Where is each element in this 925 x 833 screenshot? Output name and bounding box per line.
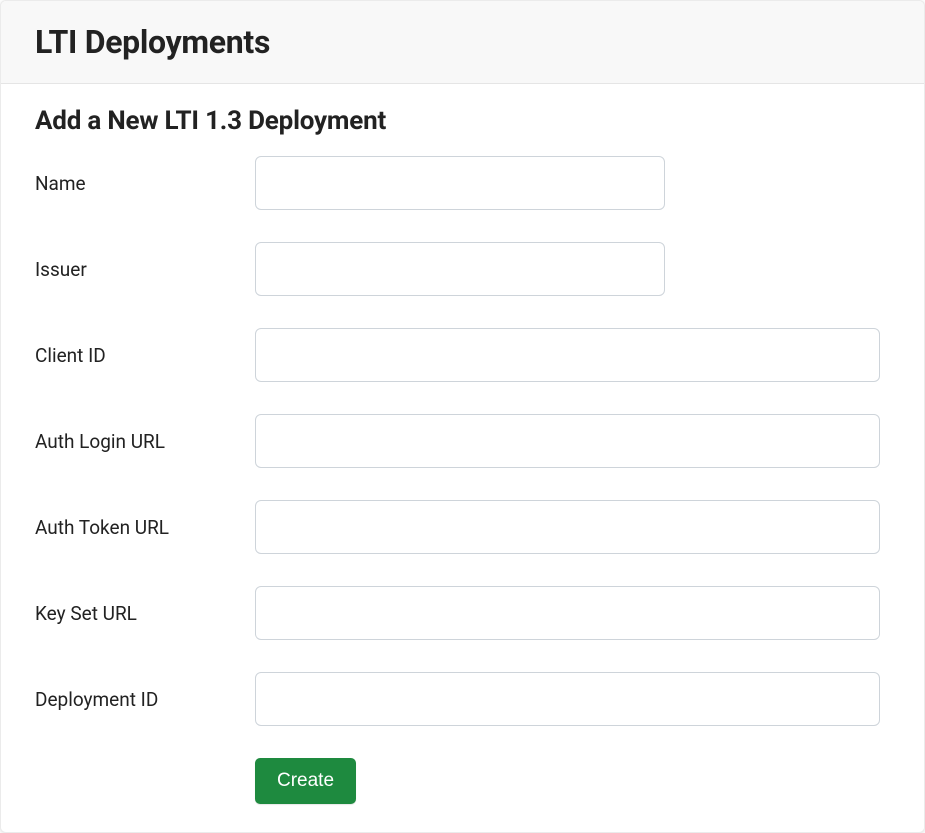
deployment-id-input[interactable] (255, 672, 880, 726)
page-title: LTI Deployments (35, 23, 890, 61)
auth-token-url-input[interactable] (255, 500, 880, 554)
field-row-name: Name (35, 156, 890, 210)
key-set-url-input[interactable] (255, 586, 880, 640)
auth-login-url-input[interactable] (255, 414, 880, 468)
client-id-label: Client ID (35, 344, 255, 367)
create-button[interactable]: Create (255, 758, 356, 804)
lti-deployments-card: LTI Deployments Add a New LTI 1.3 Deploy… (0, 0, 925, 833)
card-body: Add a New LTI 1.3 Deployment Name Issuer… (1, 84, 924, 832)
issuer-label: Issuer (35, 258, 255, 281)
field-row-auth-login-url: Auth Login URL (35, 414, 890, 468)
key-set-url-label: Key Set URL (35, 602, 255, 625)
field-row-auth-token-url: Auth Token URL (35, 500, 890, 554)
auth-token-url-label: Auth Token URL (35, 516, 255, 539)
deployment-id-label: Deployment ID (35, 688, 255, 711)
field-row-key-set-url: Key Set URL (35, 586, 890, 640)
field-row-deployment-id: Deployment ID (35, 672, 890, 726)
form-heading: Add a New LTI 1.3 Deployment (35, 106, 890, 136)
auth-login-url-label: Auth Login URL (35, 430, 255, 453)
submit-spacer (35, 758, 255, 804)
name-label: Name (35, 172, 255, 195)
field-row-issuer: Issuer (35, 242, 890, 296)
client-id-input[interactable] (255, 328, 880, 382)
submit-row: Create (35, 758, 890, 804)
card-header: LTI Deployments (1, 1, 924, 84)
field-row-client-id: Client ID (35, 328, 890, 382)
issuer-input[interactable] (255, 242, 665, 296)
name-input[interactable] (255, 156, 665, 210)
